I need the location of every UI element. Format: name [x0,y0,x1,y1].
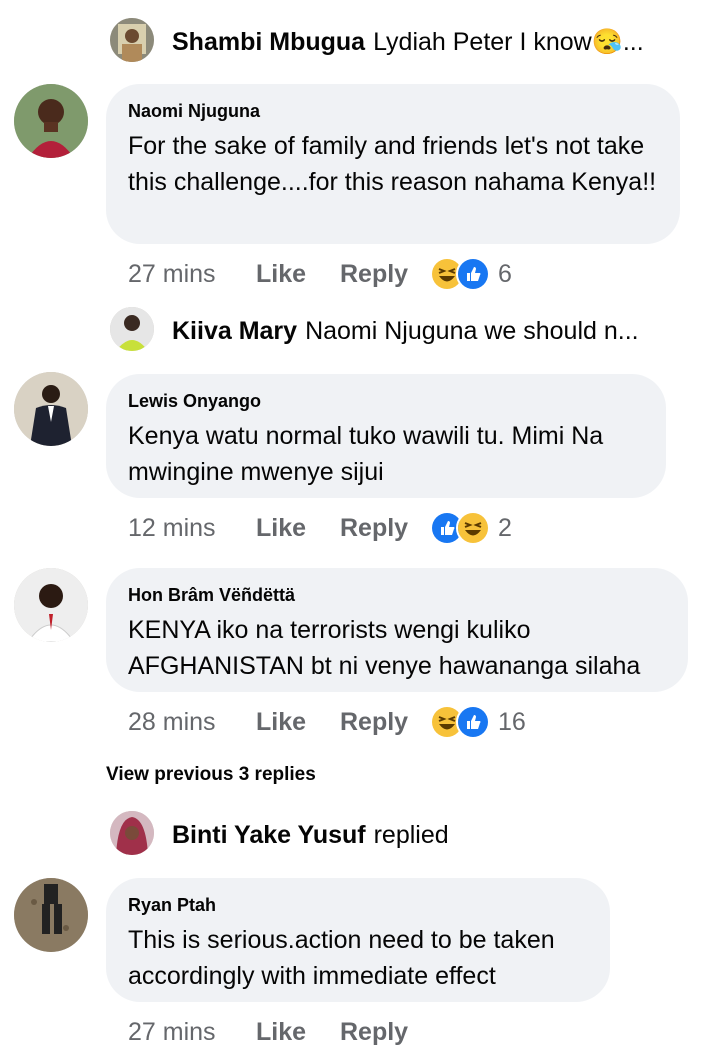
comment-bubble: Naomi Njuguna For the sake of family and… [106,84,680,244]
avatar-ryan-ptah[interactable] [14,878,88,952]
avatar-binti-yake-yusuf[interactable] [110,811,154,855]
comment-actions: 28 mins Like Reply 16 [128,702,526,742]
reactions-summary[interactable]: 6 [430,257,512,291]
comment-author[interactable]: Naomi Njuguna [128,100,658,122]
avatar-hon-bram-vendetta[interactable] [14,568,88,642]
avatar-shambi-mbugua[interactable] [110,18,154,62]
reply-preview-text: Lydiah Peter I know😪... [373,28,644,56]
reply-preview-binti[interactable]: Binti Yake Yusuf replied [172,821,672,850]
comment-author[interactable]: Hon Brâm Vëñdëttä [128,584,666,606]
avatar-naomi-njuguna[interactable] [14,84,88,158]
comment-actions: 12 mins Like Reply 2 [128,508,512,548]
avatar-kiiva-mary[interactable] [110,307,154,351]
reaction-count: 6 [498,259,512,288]
comment-bubble: Hon Brâm Vëñdëttä KENYA iko na terrorist… [106,568,688,692]
like-reaction-icon [456,705,490,739]
comment-text: This is serious.action need to be taken … [128,926,555,990]
avatar-lewis-onyango[interactable] [14,372,88,446]
reply-preview-shambi[interactable]: Shambi Mbugua Lydiah Peter I know😪... [172,28,672,57]
comment-actions: 27 mins Like Reply 6 [128,254,512,294]
comment-actions: 27 mins Like Reply [128,1012,430,1052]
reactions-summary[interactable]: 2 [430,511,512,545]
comment-text: Kenya watu normal tuko wawili tu. Mimi N… [128,422,604,486]
reply-button[interactable]: Reply [340,514,430,543]
reaction-count: 16 [498,707,526,736]
like-reaction-icon [456,257,490,291]
reactions-summary[interactable]: 16 [430,705,526,739]
like-button[interactable]: Like [256,514,340,543]
reply-preview-text: Naomi Njuguna we should n... [305,317,639,345]
comment-author[interactable]: Ryan Ptah [128,894,588,916]
comment-author[interactable]: Lewis Onyango [128,390,644,412]
reply-preview-kiiva[interactable]: Kiiva Mary Naomi Njuguna we should n... [172,317,672,346]
comment-time: 27 mins [128,259,216,288]
comment-bubble: Ryan Ptah This is serious.action need to… [106,878,610,1002]
reaction-count: 2 [498,513,512,542]
reply-button[interactable]: Reply [340,708,430,737]
like-button[interactable]: Like [256,708,340,737]
comment-time: 12 mins [128,513,216,542]
reply-preview-text: replied [373,821,449,849]
comment-bubble: Lewis Onyango Kenya watu normal tuko waw… [106,374,666,498]
comment-text: KENYA iko na terrorists wengi kuliko AFG… [128,616,641,680]
reply-preview-name[interactable]: Kiiva Mary [172,317,297,345]
reply-preview-name[interactable]: Shambi Mbugua [172,28,365,56]
reply-preview-name[interactable]: Binti Yake Yusuf [172,821,366,849]
comment-time: 27 mins [128,1017,216,1046]
view-previous-replies-link[interactable]: View previous 3 replies [106,764,316,786]
like-button[interactable]: Like [256,1018,340,1047]
comment-text: For the sake of family and friends let's… [128,132,657,196]
haha-reaction-icon [456,511,490,545]
reply-button[interactable]: Reply [340,260,430,289]
comment-time: 28 mins [128,707,216,736]
reply-button[interactable]: Reply [340,1018,430,1047]
like-button[interactable]: Like [256,260,340,289]
